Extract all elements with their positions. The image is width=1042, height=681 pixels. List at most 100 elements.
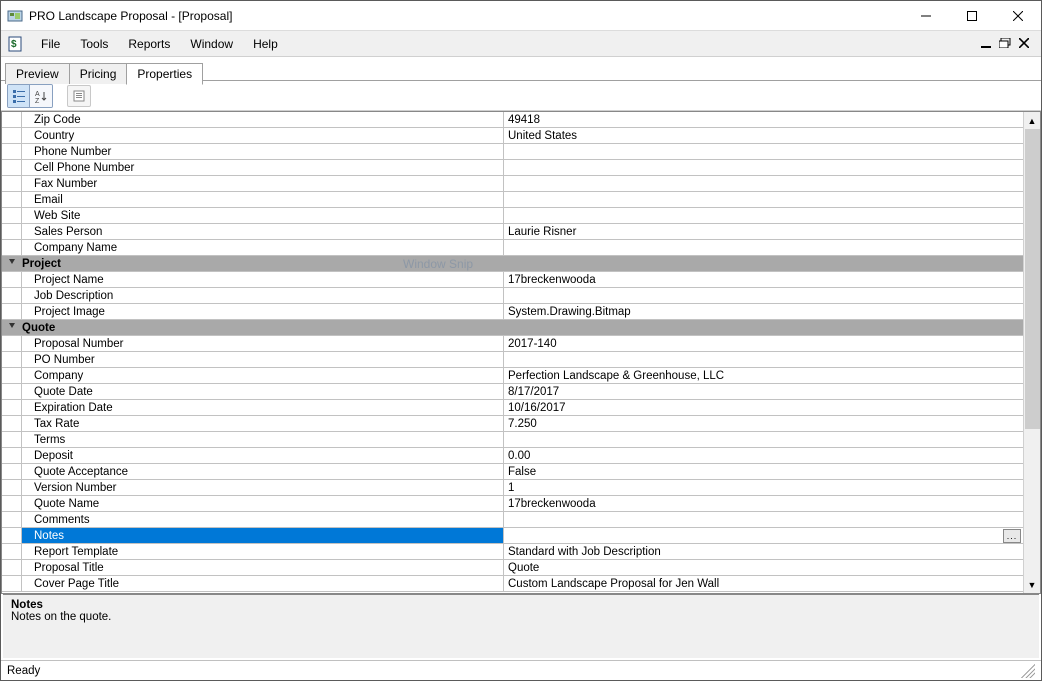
row-gutter[interactable] bbox=[2, 368, 22, 383]
row-gutter[interactable] bbox=[2, 304, 22, 319]
property-value[interactable]: United States bbox=[504, 128, 1023, 143]
minimize-button[interactable] bbox=[903, 1, 949, 30]
property-value[interactable] bbox=[504, 288, 1023, 303]
property-row[interactable]: Company Name bbox=[2, 240, 1023, 256]
maximize-button[interactable] bbox=[949, 1, 995, 30]
property-row[interactable]: Web Site bbox=[2, 208, 1023, 224]
property-row[interactable]: Project ImageSystem.Drawing.Bitmap bbox=[2, 304, 1023, 320]
property-row[interactable]: Tax Rate7.250 bbox=[2, 416, 1023, 432]
property-row[interactable]: Quote Name17breckenwooda bbox=[2, 496, 1023, 512]
ellipsis-button[interactable]: ... bbox=[1003, 529, 1021, 543]
property-row[interactable]: Proposal TitleQuote bbox=[2, 560, 1023, 576]
property-value[interactable]: 17breckenwooda bbox=[504, 496, 1023, 511]
property-row[interactable]: Terms bbox=[2, 432, 1023, 448]
row-gutter[interactable] bbox=[2, 128, 22, 143]
row-gutter[interactable] bbox=[2, 464, 22, 479]
row-gutter[interactable] bbox=[2, 400, 22, 415]
close-button[interactable] bbox=[995, 1, 1041, 30]
property-value[interactable]: ... bbox=[504, 528, 1023, 543]
menu-file[interactable]: File bbox=[31, 34, 70, 54]
row-gutter[interactable] bbox=[2, 496, 22, 511]
property-value[interactable]: 0.00 bbox=[504, 448, 1023, 463]
property-row[interactable]: Version Number1 bbox=[2, 480, 1023, 496]
property-row[interactable]: Email bbox=[2, 192, 1023, 208]
row-gutter[interactable] bbox=[2, 480, 22, 495]
alphabetical-view-button[interactable]: A Z bbox=[30, 85, 52, 107]
row-gutter[interactable] bbox=[2, 560, 22, 575]
property-row[interactable]: Proposal Number2017-140 bbox=[2, 336, 1023, 352]
menu-help[interactable]: Help bbox=[243, 34, 288, 54]
categorized-view-button[interactable] bbox=[8, 85, 30, 107]
category-row[interactable]: Quote bbox=[2, 320, 1023, 336]
property-value[interactable]: System.Drawing.Bitmap bbox=[504, 304, 1023, 319]
property-row[interactable]: CountryUnited States bbox=[2, 128, 1023, 144]
property-row[interactable]: Report TemplateStandard with Job Descrip… bbox=[2, 544, 1023, 560]
vertical-scrollbar[interactable]: ▲ ▼ bbox=[1023, 112, 1040, 593]
property-row[interactable]: Sales PersonLaurie Risner bbox=[2, 224, 1023, 240]
menu-window[interactable]: Window bbox=[180, 34, 243, 54]
property-value[interactable]: 49418 bbox=[504, 112, 1023, 127]
row-gutter[interactable] bbox=[2, 224, 22, 239]
tab-pricing[interactable]: Pricing bbox=[69, 63, 128, 84]
row-gutter[interactable] bbox=[2, 272, 22, 287]
mdi-minimize-button[interactable] bbox=[981, 37, 991, 51]
row-gutter[interactable] bbox=[2, 512, 22, 527]
row-gutter[interactable] bbox=[2, 256, 22, 271]
property-row[interactable]: Notes... bbox=[2, 528, 1023, 544]
property-value[interactable]: 8/17/2017 bbox=[504, 384, 1023, 399]
mdi-close-button[interactable] bbox=[1019, 37, 1029, 51]
property-row[interactable]: Job Description bbox=[2, 288, 1023, 304]
collapse-icon[interactable] bbox=[6, 320, 18, 336]
property-value[interactable]: Custom Landscape Proposal for Jen Wall bbox=[504, 576, 1023, 591]
row-gutter[interactable] bbox=[2, 320, 22, 335]
property-row[interactable]: Comments bbox=[2, 512, 1023, 528]
property-value[interactable] bbox=[504, 192, 1023, 207]
property-row[interactable]: Cell Phone Number bbox=[2, 160, 1023, 176]
property-value[interactable] bbox=[504, 160, 1023, 175]
tab-preview[interactable]: Preview bbox=[5, 63, 70, 84]
property-row[interactable]: Fax Number bbox=[2, 176, 1023, 192]
row-gutter[interactable] bbox=[2, 352, 22, 367]
menu-reports[interactable]: Reports bbox=[118, 34, 180, 54]
property-row[interactable]: Phone Number bbox=[2, 144, 1023, 160]
mdi-restore-button[interactable] bbox=[999, 37, 1011, 51]
property-value[interactable]: Quote bbox=[504, 560, 1023, 575]
category-row[interactable]: Project bbox=[2, 256, 1023, 272]
row-gutter[interactable] bbox=[2, 384, 22, 399]
row-gutter[interactable] bbox=[2, 208, 22, 223]
property-value[interactable]: Standard with Job Description bbox=[504, 544, 1023, 559]
property-value[interactable]: 7.250 bbox=[504, 416, 1023, 431]
property-value[interactable]: 2017-140 bbox=[504, 336, 1023, 351]
row-gutter[interactable] bbox=[2, 112, 22, 127]
property-value[interactable] bbox=[504, 432, 1023, 447]
row-gutter[interactable] bbox=[2, 336, 22, 351]
property-row[interactable]: CompanyPerfection Landscape & Greenhouse… bbox=[2, 368, 1023, 384]
row-gutter[interactable] bbox=[2, 240, 22, 255]
resize-grip-icon[interactable] bbox=[1021, 664, 1035, 678]
row-gutter[interactable] bbox=[2, 448, 22, 463]
row-gutter[interactable] bbox=[2, 544, 22, 559]
scroll-up-button[interactable]: ▲ bbox=[1024, 112, 1040, 129]
property-row[interactable]: Quote Date8/17/2017 bbox=[2, 384, 1023, 400]
property-row[interactable]: Project Name17breckenwooda bbox=[2, 272, 1023, 288]
property-value[interactable] bbox=[504, 144, 1023, 159]
row-gutter[interactable] bbox=[2, 176, 22, 191]
property-row[interactable]: Deposit0.00 bbox=[2, 448, 1023, 464]
property-pages-button[interactable] bbox=[67, 85, 91, 107]
property-row[interactable]: Quote AcceptanceFalse bbox=[2, 464, 1023, 480]
row-gutter[interactable] bbox=[2, 416, 22, 431]
property-value[interactable] bbox=[504, 512, 1023, 527]
row-gutter[interactable] bbox=[2, 160, 22, 175]
property-value[interactable]: Laurie Risner bbox=[504, 224, 1023, 239]
menu-tools[interactable]: Tools bbox=[70, 34, 118, 54]
property-value[interactable]: 1 bbox=[504, 480, 1023, 495]
row-gutter[interactable] bbox=[2, 528, 22, 543]
property-value[interactable]: Perfection Landscape & Greenhouse, LLC bbox=[504, 368, 1023, 383]
property-value[interactable]: 17breckenwooda bbox=[504, 272, 1023, 287]
collapse-icon[interactable] bbox=[6, 256, 18, 272]
property-row[interactable]: Cover Page TitleCustom Landscape Proposa… bbox=[2, 576, 1023, 592]
tab-properties[interactable]: Properties bbox=[126, 63, 203, 85]
property-value[interactable] bbox=[504, 176, 1023, 191]
property-value[interactable] bbox=[504, 240, 1023, 255]
property-value[interactable] bbox=[504, 208, 1023, 223]
